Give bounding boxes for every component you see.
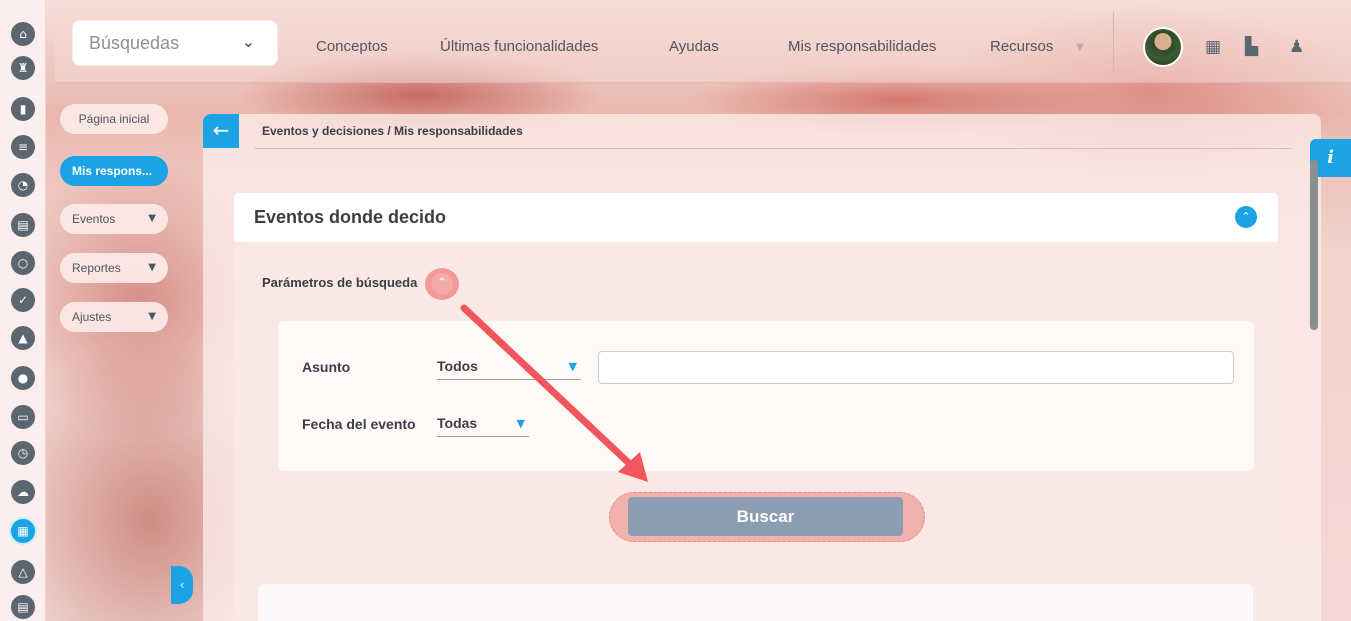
dropdown-arrow-icon: ▼ [516, 417, 525, 430]
clock-icon[interactable]: ◷ [11, 441, 35, 465]
asunto-select-value: Todos [437, 358, 478, 374]
caret-down-icon: ▼ [148, 262, 156, 273]
menu-mis-responsabilidades[interactable]: Mis respons... [60, 156, 168, 186]
pie-icon[interactable]: ◔ [11, 173, 35, 197]
results-panel [258, 584, 1253, 621]
scrollbar[interactable] [1310, 160, 1318, 330]
back-button[interactable]: ← [203, 114, 239, 148]
card-header: Eventos donde decido ⌃ [234, 193, 1278, 242]
cloud-icon[interactable]: ☁ [11, 480, 35, 504]
asunto-text-input[interactable] [598, 351, 1234, 384]
menu-mis-responsabilidades-label: Mis respons... [72, 164, 153, 178]
home-icon[interactable]: ⌂ [11, 22, 35, 46]
nav-mis-responsabilidades[interactable]: Mis responsabilidades [788, 38, 936, 55]
nav-ultimas-funcionalidades[interactable]: Últimas funcionalidades [440, 38, 598, 55]
warning-icon[interactable]: ▲ [11, 326, 35, 350]
tower-icon[interactable]: ♜ [11, 56, 35, 80]
params-label: Parámetros de búsqueda [262, 275, 418, 290]
fecha-select[interactable]: Todas ▼ [437, 415, 529, 437]
fecha-label: Fecha del evento [302, 416, 416, 432]
menu-eventos[interactable]: Eventos ▼ [60, 204, 168, 234]
nav-ayudas[interactable]: Ayudas [669, 38, 719, 55]
menu-pagina-inicial[interactable]: Página inicial [60, 104, 168, 134]
caret-down-icon: ▼ [148, 213, 156, 224]
menu-reportes[interactable]: Reportes ▼ [60, 253, 168, 283]
buscar-button[interactable]: Buscar [628, 497, 903, 536]
chevron-up-icon: ⌃ [431, 273, 453, 295]
list-icon[interactable]: ≡ [11, 135, 35, 159]
dropdown-arrow-icon: ▼ [568, 360, 577, 373]
fecha-select-value: Todas [437, 415, 478, 431]
nav-conceptos[interactable]: Conceptos [316, 38, 388, 55]
avatar[interactable] [1143, 27, 1183, 67]
menu-ajustes[interactable]: Ajustes ▼ [60, 302, 168, 332]
menu-reportes-label: Reportes [72, 261, 121, 275]
calendar-icon[interactable]: ▦ [1205, 37, 1221, 57]
calendar-icon[interactable]: ▦ [11, 519, 35, 543]
bell-icon[interactable]: ♟ [1289, 37, 1304, 57]
network-icon[interactable]: △ [11, 560, 35, 584]
menu-ajustes-label: Ajustes [72, 310, 112, 324]
breadcrumb: Eventos y decisiones / Mis responsabilid… [262, 124, 523, 138]
map-icon[interactable]: ▙ [1245, 37, 1258, 57]
circle-icon[interactable]: ○ [11, 251, 35, 275]
check-icon[interactable]: ✓ [11, 288, 35, 312]
card-title: Eventos donde decido [254, 207, 447, 227]
menu-pagina-inicial-label: Página inicial [78, 112, 150, 126]
asunto-select[interactable]: Todos ▼ [437, 358, 581, 380]
monitor-icon[interactable]: ▭ [11, 405, 35, 429]
chevron-down-icon: ⌄ [241, 32, 255, 51]
collapse-card-button[interactable]: ⌃ [1235, 206, 1257, 228]
breadcrumb-divider [254, 148, 1292, 149]
menu-eventos-label: Eventos [72, 212, 116, 226]
asunto-label: Asunto [302, 359, 351, 375]
caret-down-icon: ▼ [148, 311, 156, 322]
icon-rail: ⌂ ♜ ▮ ≡ ◔ ▤ ○ ✓ ▲ ● ▭ ◷ ☁ ▦ △ ▤ [0, 0, 46, 621]
filter-panel [278, 321, 1254, 471]
collapse-sidebar-button[interactable]: ‹ [171, 566, 193, 604]
search-dropdown[interactable]: Búsquedas ⌄ [72, 20, 278, 66]
toggle-icon[interactable]: ● [11, 366, 35, 390]
search-dropdown-label: Búsquedas [89, 33, 180, 53]
params-toggle-button[interactable]: ⌃ [425, 268, 459, 300]
nav-divider [1113, 12, 1114, 72]
nav-recursos[interactable]: Recursos [990, 38, 1053, 55]
recursos-caret-icon[interactable]: ▼ [1076, 42, 1084, 53]
report-icon[interactable]: ▤ [11, 595, 35, 619]
chart-icon[interactable]: ▮ [11, 97, 35, 121]
document-icon[interactable]: ▤ [11, 213, 35, 237]
